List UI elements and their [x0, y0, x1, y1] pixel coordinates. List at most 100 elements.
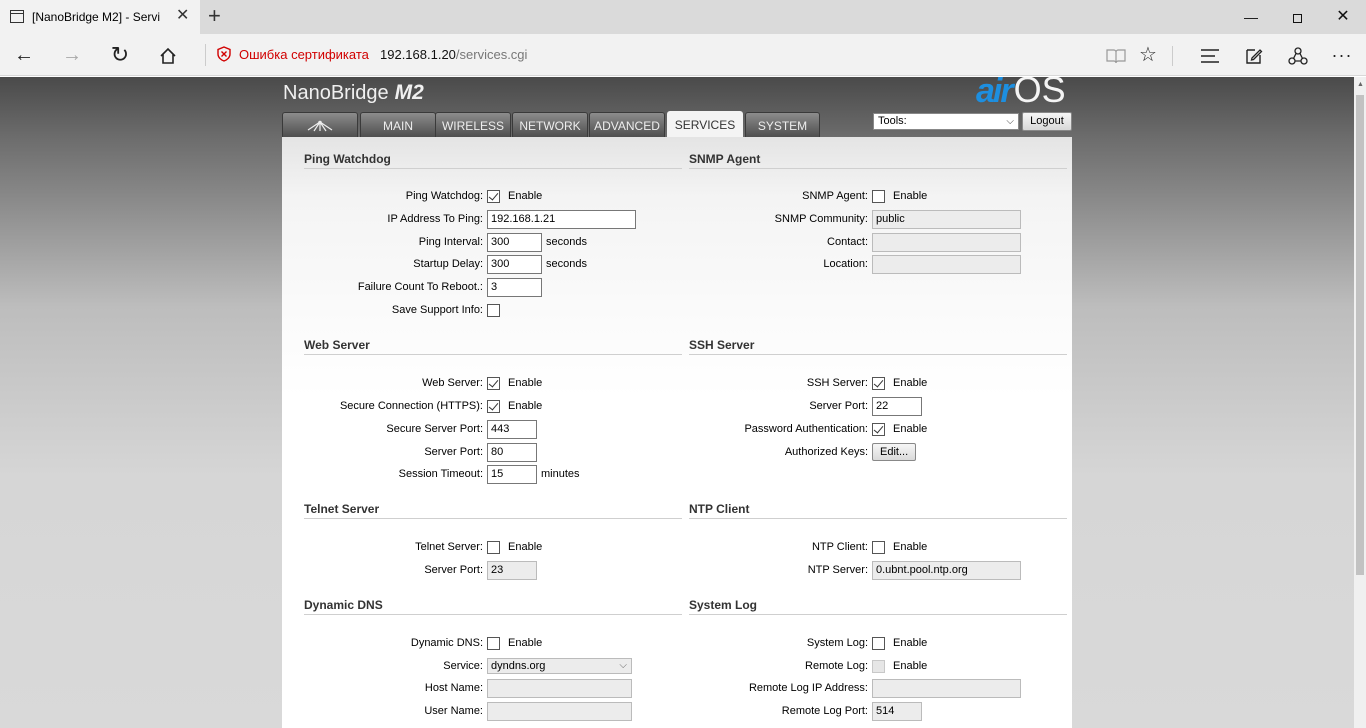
- ntp-client-row: NTP Client: Enable: [689, 538, 1067, 558]
- browser-tab[interactable]: [NanoBridge M2] - Servi ✕: [0, 0, 200, 34]
- field-label: Host Name:: [424, 682, 483, 694]
- restore-icon[interactable]: [1274, 5, 1320, 29]
- ping-watchdog-checkbox[interactable]: [487, 190, 500, 203]
- address-bar[interactable]: 192.168.1.20/services.cgi: [380, 47, 527, 62]
- web-port-row: Server Port: 80: [304, 443, 682, 463]
- forward-icon[interactable]: →: [54, 41, 90, 69]
- device-name-text: NanoBridge: [283, 82, 389, 104]
- tab-ubnt-logo[interactable]: [282, 112, 358, 137]
- user-name-input[interactable]: [487, 702, 632, 721]
- failure-count-input[interactable]: 3: [487, 278, 542, 297]
- secure-port-input[interactable]: 443: [487, 420, 537, 439]
- ssh-server-checkbox[interactable]: [872, 377, 885, 390]
- ping-watchdog-row: Ping Watchdog: Enable: [304, 187, 682, 207]
- ssh-port-input[interactable]: 22: [872, 397, 922, 416]
- page-scrollbar[interactable]: ▲: [1354, 77, 1366, 728]
- field-label: Server Port:: [424, 446, 483, 458]
- home-icon[interactable]: [150, 41, 186, 69]
- more-options-icon[interactable]: ···: [1324, 41, 1360, 69]
- field-label: SNMP Agent:: [802, 190, 868, 202]
- remote-log-port-input[interactable]: 514: [872, 702, 922, 721]
- field-label: Remote Log Port:: [781, 705, 868, 717]
- ntp-server-row: NTP Server: 0.ubnt.pool.ntp.org: [689, 561, 1067, 581]
- ssh-port-row: Server Port: 22: [689, 397, 1067, 417]
- tab-main[interactable]: MAIN: [360, 112, 436, 137]
- close-window-icon[interactable]: ✕: [1320, 5, 1366, 29]
- ip-to-ping-input[interactable]: 192.168.1.21: [487, 210, 636, 229]
- tab-network[interactable]: NETWORK: [512, 112, 588, 137]
- edit-keys-button[interactable]: Edit...: [872, 443, 917, 461]
- field-label: IP Address To Ping:: [387, 213, 483, 225]
- minimize-icon[interactable]: —: [1228, 5, 1274, 29]
- snmp-agent-checkbox[interactable]: [872, 190, 885, 203]
- enable-label: Enable: [893, 377, 928, 389]
- contact-row: Contact:: [689, 233, 1067, 253]
- tools-dropdown[interactable]: Tools: ⌵: [873, 113, 1019, 130]
- location-row: Location:: [689, 255, 1067, 275]
- save-support-checkbox[interactable]: [487, 304, 500, 317]
- telnet-server-checkbox[interactable]: [487, 541, 500, 554]
- hub-icon[interactable]: [1192, 41, 1228, 69]
- host-name-input[interactable]: [487, 679, 632, 698]
- field-label: Contact:: [827, 236, 868, 248]
- brand-air: air: [976, 77, 1014, 110]
- section-title: Telnet Server: [304, 502, 682, 519]
- failure-count-row: Failure Count To Reboot.: 3: [304, 278, 682, 298]
- service-select[interactable]: dyndns.org ⌵: [487, 658, 632, 674]
- field-label: Dynamic DNS:: [410, 637, 483, 649]
- field-label: Save Support Info:: [391, 304, 483, 316]
- section-title: Web Server: [304, 338, 682, 355]
- ntp-server-input[interactable]: 0.ubnt.pool.ntp.org: [872, 561, 1021, 580]
- close-tab-icon[interactable]: ✕: [176, 7, 189, 25]
- snmp-community-input[interactable]: public: [872, 210, 1021, 229]
- ntp-client-checkbox[interactable]: [872, 541, 885, 554]
- startup-delay-input[interactable]: 300: [487, 255, 542, 274]
- logout-button[interactable]: Logout: [1022, 112, 1072, 131]
- session-timeout-row: Session Timeout: 15 minutes: [304, 465, 682, 485]
- web-server-checkbox[interactable]: [487, 377, 500, 390]
- web-port-input[interactable]: 80: [487, 443, 537, 462]
- favorite-star-icon[interactable]: ☆: [1130, 41, 1166, 69]
- tab-advanced[interactable]: ADVANCED: [589, 112, 665, 137]
- secure-port-row: Secure Server Port: 443: [304, 420, 682, 440]
- section-title: Dynamic DNS: [304, 598, 682, 615]
- location-input[interactable]: [872, 255, 1021, 274]
- certificate-error-icon[interactable]: [216, 46, 232, 62]
- reading-view-icon[interactable]: [1098, 41, 1134, 69]
- unit-label: seconds: [546, 258, 587, 270]
- service-select-value: dyndns.org: [491, 660, 546, 672]
- web-server-row: Web Server: Enable: [304, 374, 682, 394]
- field-label: Location:: [823, 258, 868, 270]
- tab-wireless[interactable]: WIRELESS: [435, 112, 511, 137]
- enable-label: Enable: [508, 377, 543, 389]
- field-label: SNMP Community:: [774, 213, 868, 225]
- browser-tab-bar: [NanoBridge M2] - Servi ✕ + — ✕: [0, 0, 1366, 34]
- tab-services[interactable]: SERVICES: [667, 111, 743, 137]
- scroll-up-icon[interactable]: ▲: [1357, 81, 1364, 88]
- ip-to-ping-row: IP Address To Ping: 192.168.1.21: [304, 210, 682, 230]
- password-auth-checkbox[interactable]: [872, 423, 885, 436]
- address-separator: [205, 44, 206, 66]
- scrollbar-thumb[interactable]: [1356, 95, 1364, 575]
- remote-log-ip-input[interactable]: [872, 679, 1021, 698]
- refresh-icon[interactable]: ↻: [102, 41, 138, 69]
- telnet-port-input[interactable]: 23: [487, 561, 537, 580]
- field-label: Ping Interval:: [418, 236, 483, 248]
- web-note-icon[interactable]: [1236, 41, 1272, 69]
- https-checkbox[interactable]: [487, 400, 500, 413]
- new-tab-icon[interactable]: +: [208, 4, 221, 28]
- contact-input[interactable]: [872, 233, 1021, 252]
- ping-interval-input[interactable]: 300: [487, 233, 542, 252]
- certificate-error-label[interactable]: Ошибка сертификата: [239, 47, 369, 62]
- field-label: SSH Server:: [806, 377, 868, 389]
- page-viewport: NanoBridge M2 airOS MAIN WIRELESS NETWORK…: [0, 77, 1354, 728]
- share-icon[interactable]: [1280, 41, 1316, 69]
- remote-log-checkbox[interactable]: [872, 660, 885, 673]
- back-icon[interactable]: ←: [6, 41, 42, 69]
- session-timeout-input[interactable]: 15: [487, 465, 537, 484]
- system-log-checkbox[interactable]: [872, 637, 885, 650]
- enable-label: Enable: [893, 660, 928, 672]
- tab-system[interactable]: SYSTEM: [745, 112, 820, 137]
- device-name: NanoBridge M2: [283, 81, 424, 105]
- dynamic-dns-checkbox[interactable]: [487, 637, 500, 650]
